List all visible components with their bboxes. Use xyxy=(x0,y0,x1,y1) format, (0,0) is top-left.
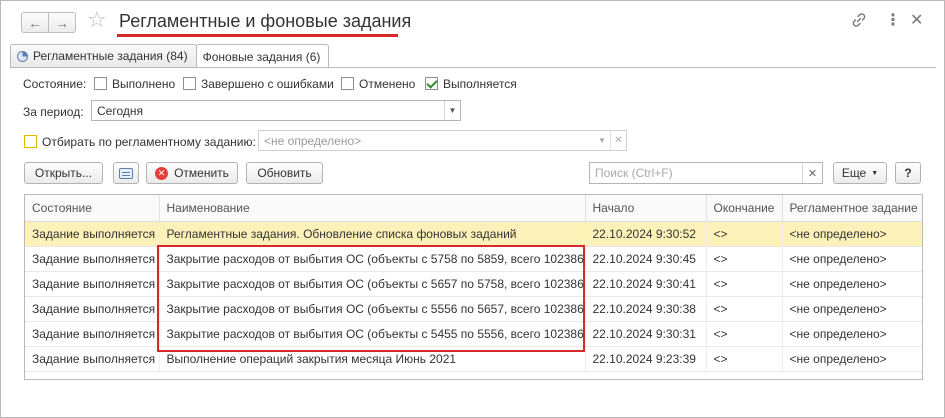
table-row[interactable]: Задание выполняется Закрытие расходов от… xyxy=(25,321,922,347)
state-canceled-label[interactable]: Отменено xyxy=(359,77,415,91)
arrow-right-icon: → xyxy=(55,14,69,31)
table-row[interactable]: Задание выполняется Закрытие расходов от… xyxy=(25,246,922,272)
page-title: Регламентные и фоновые задания xyxy=(119,11,412,31)
favorite-star-icon[interactable]: ☆ xyxy=(87,9,107,31)
tab-bar: Регламентные задания (84) Фоновые задани… xyxy=(10,44,330,68)
column-header-name[interactable]: Наименование xyxy=(159,195,586,222)
tab-scheduled-jobs[interactable]: Регламентные задания (84) xyxy=(10,44,197,67)
period-value: Сегодня xyxy=(97,104,143,118)
state-label: Состояние: xyxy=(23,77,87,91)
cell-start: 22.10.2024 9:30:41 xyxy=(585,271,707,297)
title-underline-annotation xyxy=(117,34,398,37)
tab-panel-divider xyxy=(10,67,936,68)
close-icon[interactable]: ✕ xyxy=(910,13,923,29)
cell-name: Регламентные задания. Обновление списка … xyxy=(159,221,586,247)
cell-end: <> xyxy=(706,296,783,322)
app-window: ← → ☆ Регламентные и фоновые задания ⋮ ✕… xyxy=(0,0,945,418)
cancel-icon: ✕ xyxy=(155,166,169,180)
period-label: За период: xyxy=(23,105,84,119)
cell-end: <> xyxy=(706,346,783,372)
state-errors-checkbox[interactable] xyxy=(183,77,196,90)
cell-scheduled-job: <не определено> xyxy=(782,271,922,297)
cell-name: Закрытие расходов от выбытия ОС (объекты… xyxy=(159,321,586,347)
table-row[interactable]: Задание выполняется Закрытие расходов от… xyxy=(25,271,922,297)
cell-start: 22.10.2024 9:23:39 xyxy=(585,346,707,372)
open-button-label: Открыть... xyxy=(34,166,93,180)
dropdown-arrow-icon[interactable]: ▼ xyxy=(594,131,610,150)
cell-end: <> xyxy=(706,221,783,247)
cell-end: <> xyxy=(706,321,783,347)
card-icon xyxy=(119,167,133,179)
cell-scheduled-job: <не определено> xyxy=(782,321,922,347)
cell-scheduled-job: <не определено> xyxy=(782,221,922,247)
card-view-button[interactable] xyxy=(113,162,139,184)
state-done-checkbox[interactable] xyxy=(94,77,107,90)
more-vertical-icon[interactable]: ⋮ xyxy=(885,13,901,29)
help-button-label: ? xyxy=(904,166,912,180)
by-job-label[interactable]: Отбирать по регламентному заданию: xyxy=(42,135,256,149)
by-job-select[interactable]: <не определено> ▼ ✕ xyxy=(258,130,627,151)
column-header-scheduled-job[interactable]: Регламентное задание xyxy=(782,195,922,222)
table-row[interactable]: Задание выполняется Регламентные задания… xyxy=(25,221,922,247)
search-box[interactable]: ✕ xyxy=(589,162,823,184)
cell-state: Задание выполняется xyxy=(25,221,160,247)
table-row[interactable]: Задание выполняется Выполнение операций … xyxy=(25,346,922,372)
table-row[interactable]: Задание выполняется Закрытие расходов от… xyxy=(25,296,922,322)
by-job-value: <не определено> xyxy=(264,134,362,148)
by-job-checkbox[interactable] xyxy=(24,135,37,148)
column-header-start[interactable]: Начало xyxy=(585,195,707,222)
cell-name: Закрытие расходов от выбытия ОС (объекты… xyxy=(159,246,586,272)
column-header-state[interactable]: Состояние xyxy=(25,195,160,222)
dropdown-arrow-icon[interactable]: ▼ xyxy=(444,101,460,120)
tab-label: Регламентные задания (84) xyxy=(33,49,188,63)
refresh-button-label: Обновить xyxy=(257,166,312,180)
state-canceled-checkbox[interactable] xyxy=(341,77,354,90)
cell-end: <> xyxy=(706,246,783,272)
cell-start: 22.10.2024 9:30:31 xyxy=(585,321,707,347)
period-select[interactable]: Сегодня ▼ xyxy=(91,100,461,121)
cell-state: Задание выполняется xyxy=(25,346,160,372)
cell-name: Выполнение операций закрытия месяца Июнь… xyxy=(159,346,586,372)
cell-end: <> xyxy=(706,271,783,297)
clear-icon[interactable]: ✕ xyxy=(610,131,626,150)
dropdown-arrow-icon: ▼ xyxy=(871,169,879,177)
help-button[interactable]: ? xyxy=(895,162,921,184)
cell-start: 22.10.2024 9:30:38 xyxy=(585,296,707,322)
column-header-end[interactable]: Окончание xyxy=(706,195,783,222)
more-button-label: Еще xyxy=(841,166,867,180)
cell-start: 22.10.2024 9:30:52 xyxy=(585,221,707,247)
cell-state: Задание выполняется xyxy=(25,321,160,347)
arrow-left-icon: ← xyxy=(28,14,42,31)
clear-search-icon[interactable]: ✕ xyxy=(802,163,822,183)
state-done-label[interactable]: Выполнено xyxy=(112,77,175,91)
cell-scheduled-job: <не определено> xyxy=(782,346,922,372)
more-button[interactable]: Еще ▼ xyxy=(833,162,887,184)
cancel-button-label: Отменить xyxy=(174,166,229,180)
jobs-table[interactable]: Состояние Наименование Начало Окончание … xyxy=(24,194,923,380)
title-bar: ← → ☆ Регламентные и фоновые задания ⋮ ✕ xyxy=(1,1,944,43)
cell-name: Закрытие расходов от выбытия ОС (объекты… xyxy=(159,296,586,322)
cell-state: Задание выполняется xyxy=(25,296,160,322)
scheduled-jobs-icon xyxy=(17,50,28,62)
tab-background-jobs[interactable]: Фоновые задания (6) xyxy=(195,44,330,68)
forward-button[interactable]: → xyxy=(48,12,76,33)
tab-label: Фоновые задания (6) xyxy=(202,49,321,64)
link-icon[interactable] xyxy=(852,13,866,30)
cell-scheduled-job: <не определено> xyxy=(782,246,922,272)
cell-state: Задание выполняется xyxy=(25,246,160,272)
back-button[interactable]: ← xyxy=(21,12,49,33)
state-errors-label[interactable]: Завершено с ошибками xyxy=(201,77,334,91)
refresh-button[interactable]: Обновить xyxy=(246,162,323,184)
search-input[interactable] xyxy=(590,163,800,183)
cell-state: Задание выполняется xyxy=(25,271,160,297)
state-running-checkbox[interactable] xyxy=(425,77,438,90)
cell-scheduled-job: <не определено> xyxy=(782,296,922,322)
cell-start: 22.10.2024 9:30:45 xyxy=(585,246,707,272)
state-running-label[interactable]: Выполняется xyxy=(443,77,517,91)
table-header: Состояние Наименование Начало Окончание … xyxy=(25,195,922,222)
open-button[interactable]: Открыть... xyxy=(24,162,103,184)
cancel-job-button[interactable]: ✕ Отменить xyxy=(146,162,238,184)
cell-name: Закрытие расходов от выбытия ОС (объекты… xyxy=(159,271,586,297)
